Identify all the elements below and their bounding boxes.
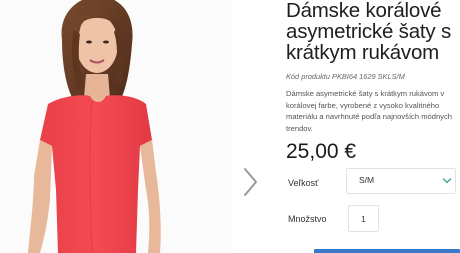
product-title: Dámske korálové asymetrické šaty s krátk… [286,0,451,64]
add-to-cart-button[interactable] [314,249,460,253]
product-price: 25,00 € [286,140,357,163]
product-description: Dámske asymetrické šaty s krátkym rukávo… [286,89,453,133]
product-sku: Kód produktu PKBI64 1629 SKLS/M [286,72,405,81]
model-photo [0,0,232,253]
size-select[interactable]: S/M [346,168,456,194]
size-selected-value: S/M [359,175,375,185]
size-label: Veľkosť [288,178,319,188]
product-page: Dámske korálové asymetrické šaty s krátk… [0,0,460,253]
chevron-right-icon[interactable] [238,165,262,199]
quantity-label: Množstvo [288,214,327,224]
product-info: Dámske korálové asymetrické šaty s krátk… [286,0,460,253]
quantity-input[interactable] [348,205,379,232]
chevron-down-icon [442,178,452,184]
product-image[interactable] [0,0,232,253]
